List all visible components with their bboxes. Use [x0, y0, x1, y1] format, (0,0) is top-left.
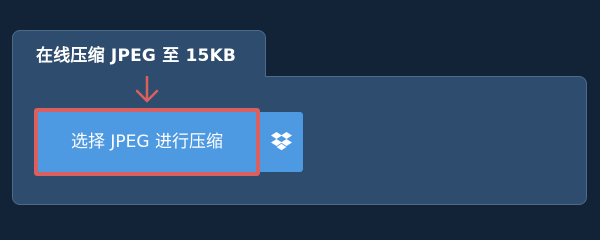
dropbox-icon [271, 132, 292, 151]
select-jpeg-button[interactable]: 选择 JPEG 进行压缩 [34, 108, 260, 176]
panel-title: 在线压缩 JPEG 至 15KB [36, 46, 237, 66]
dropbox-button[interactable] [260, 112, 303, 172]
arrow-down-icon [135, 76, 159, 103]
compress-page: 在线压缩 JPEG 至 15KB 选择 JPEG 进行压缩 [0, 0, 600, 230]
